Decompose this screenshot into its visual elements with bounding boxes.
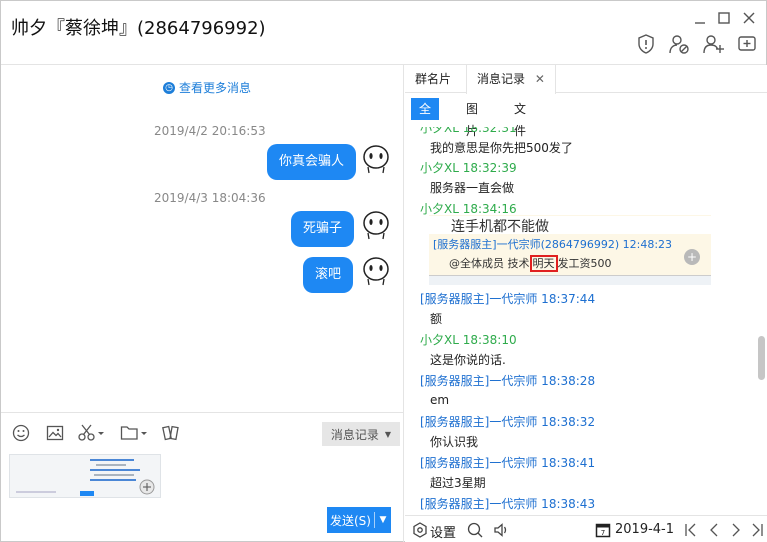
send-label: 发送(S) [330,513,371,528]
filter-images[interactable]: 图片 [458,98,486,138]
log-message: 超过3星期 [430,476,486,490]
log-sender: 小夕XL 18:38:10 [420,333,517,347]
shield-icon[interactable] [633,31,659,57]
first-page-icon[interactable] [682,521,700,539]
pasted-image-thumbnail[interactable] [9,454,161,498]
screenshot-header: [服务器服主]一代宗师(2864796992) 12:48:23 [433,238,673,251]
tab-message-history[interactable]: 消息记录 ✕ [466,65,556,94]
message-history-label: 消息记录 [330,427,379,442]
user-block-icon[interactable] [666,31,692,57]
speaker-icon[interactable] [492,521,510,539]
svg-text:7: 7 [601,529,605,537]
zoom-in-icon[interactable]: + [684,249,700,265]
settings-icon[interactable] [411,521,429,539]
title-bar: 帅夕『蔡徐坤』(2864796992) [1,1,766,65]
screenshot-line-prefix: @全体成员 技术 [449,257,530,270]
scissors-icon[interactable] [77,424,107,442]
avatar[interactable] [361,144,391,174]
settings-label[interactable]: 设置 [430,522,456,541]
tab-label: 消息记录 [477,72,526,86]
message-bubble[interactable]: 死骗子 [291,211,355,247]
message-log[interactable]: 小夕XL 18:32:31 我的意思是你先把500发了 小夕XL 18:32:3… [405,127,755,511]
log-message: 这是你说的话. [430,353,506,367]
log-sender: [服务器服主]一代宗师 18:38:28 [420,374,596,388]
filter-files[interactable]: 文件 [506,98,534,138]
side-panel-tabs: 群名片 消息记录 ✕ [405,65,767,94]
log-sender: [服务器服主]一代宗师 18:37:44 [420,292,596,306]
add-chat-icon[interactable] [734,31,760,57]
log-scrollbar[interactable] [758,336,765,380]
message-input[interactable]: 发送(S) ▼ [1,452,404,542]
screenshot-line-highlight: 明天 [529,255,558,272]
log-sender: 小夕XL 18:32:39 [420,161,517,175]
tab-label: 群名片 [415,72,452,86]
image-icon[interactable] [45,424,65,442]
chat-pane: ◷ 查看更多消息 2019/4/2 20:16:53 你真会骗人 2019/4/… [1,65,404,412]
message-bubble[interactable]: 滚吧 [303,257,354,293]
window-title: 帅夕『蔡徐坤』(2864796992) [11,18,266,39]
log-message: em [430,393,450,407]
avatar[interactable] [361,256,391,286]
maximize-icon[interactable] [713,7,735,29]
thumbnail-image [10,455,160,497]
log-message: 你认识我 [430,435,479,449]
message-timestamp: 2019/4/3 18:04:36 [154,191,266,205]
more-messages-label[interactable]: 查看更多消息 [179,79,251,96]
folder-icon[interactable] [120,424,150,442]
side-panel: 群名片 消息记录 ✕ 全部 图片 文件 小夕XL 18:32:31 我的意思是你… [405,65,767,542]
avatar[interactable] [361,210,391,240]
tool-cards-icon[interactable] [161,424,181,442]
log-message: 我的意思是你先把500发了 [430,141,573,155]
next-page-icon[interactable] [727,521,745,539]
minimize-icon[interactable] [689,7,711,29]
filter-all[interactable]: 全部 [411,98,440,138]
message-bubble[interactable]: 你真会骗人 [267,144,357,180]
emoji-icon[interactable] [11,424,31,442]
log-screenshot-image[interactable]: 连手机都不能做 [服务器服主]一代宗师(2864796992) 12:48:23… [429,215,711,285]
search-icon[interactable] [466,521,484,539]
close-icon[interactable] [738,7,760,29]
log-sender: [服务器服主]一代宗师 18:38:43 [420,497,596,511]
send-options-icon[interactable]: ▼ [375,515,391,525]
last-page-icon[interactable] [748,521,766,539]
log-sender: [服务器服主]一代宗师 18:38:32 [420,415,596,429]
log-sender: 小夕XL 18:32:31 [420,127,517,135]
previous-page-icon[interactable] [705,521,723,539]
more-messages-link[interactable]: ◷ 查看更多消息 [163,79,251,96]
calendar-icon[interactable]: 7 [594,521,612,539]
chat-window: 帅夕『蔡徐坤』(2864796992) ◷ 查看更多消息 2019/4/2 20… [0,0,767,542]
log-message: 服务器一直会做 [430,181,515,195]
add-user-icon[interactable] [700,31,726,57]
send-button[interactable]: 发送(S) ▼ [327,507,391,533]
message-timestamp: 2019/4/2 20:16:53 [154,124,266,138]
log-sender: [服务器服主]一代宗师 18:38:41 [420,456,596,470]
screenshot-line: @全体成员 技术 明天 发工资500 [449,255,612,272]
screenshot-top-text: 连手机都不能做 [429,216,711,235]
tab-group-card[interactable]: 群名片 [405,65,461,93]
message-history-button[interactable]: 消息记录 ▼ [322,422,400,446]
close-tab-icon[interactable]: ✕ [535,72,545,86]
caret-down-icon: ▼ [384,429,392,439]
screenshot-line-suffix: 发工资500 [557,257,612,270]
date-label[interactable]: 2019-4-1 [615,522,674,537]
screenshot-bottom-strip [429,275,711,285]
clock-icon: ◷ [163,81,175,94]
input-toolbar: 消息记录 ▼ [1,412,404,452]
history-bottom-bar: 设置 7 2019-4-1 [405,515,767,542]
log-message: 额 [430,312,443,326]
